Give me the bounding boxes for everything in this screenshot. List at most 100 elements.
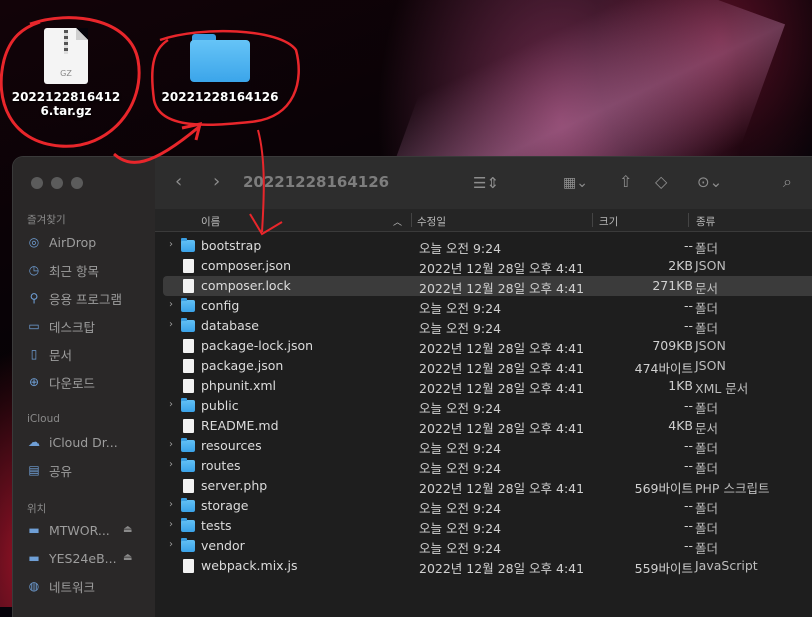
sidebar-item-airdrop[interactable]: ◎ AirDrop (27, 232, 97, 252)
close-window-button[interactable] (31, 177, 43, 189)
sidebar-item-yes24[interactable]: ▬ YES24eB... (27, 548, 116, 568)
file-kind: 폴더 (695, 501, 719, 516)
table-row[interactable]: › routes 오늘 오전 9:24 -- 폴더 (163, 456, 812, 476)
disclosure-triangle-icon[interactable]: › (169, 239, 173, 250)
file-size: 4KB (668, 418, 693, 433)
desktop-folder-item[interactable]: 20221228164126 (160, 34, 280, 104)
file-date: 2022년 12월 28일 오후 4:41 (419, 361, 585, 376)
more-actions-icon[interactable]: ⊙⌄ (697, 173, 722, 191)
table-row[interactable]: › vendor 오늘 오전 9:24 -- 폴더 (163, 536, 812, 556)
folder-label: 20221228164126 (161, 90, 279, 104)
disclosure-triangle-icon[interactable]: › (169, 519, 173, 530)
list-view-icon[interactable]: ☰⇕ (473, 174, 499, 192)
table-row[interactable]: webpack.mix.js 2022년 12월 28일 오후 4:41 559바이… (163, 556, 812, 576)
file-name: routes (201, 458, 241, 473)
table-row[interactable]: composer.lock 2022년 12월 28일 오후 4:41 271KB 문… (163, 276, 812, 296)
zoom-window-button[interactable] (71, 177, 83, 189)
sidebar-item-shared[interactable]: ▤ 공유 (27, 460, 72, 480)
file-kind: 폴더 (695, 301, 719, 316)
table-row[interactable]: › resources 오늘 오전 9:24 -- 폴더 (163, 436, 812, 456)
table-row[interactable]: composer.json 2022년 12월 28일 오후 4:41 2KB JSO… (163, 256, 812, 276)
locations-header: 위치 (27, 503, 47, 515)
share-icon[interactable]: ⇧ (619, 172, 632, 191)
eject-icon[interactable]: ⏏ (123, 524, 132, 535)
back-button[interactable]: ‹ (175, 171, 182, 192)
file-size: 2KB (668, 258, 693, 273)
sort-chevron-up-icon[interactable]: ︿ (393, 215, 402, 228)
document-icon (183, 479, 194, 493)
table-row[interactable]: › public 오늘 오전 9:24 -- 폴더 (163, 396, 812, 416)
file-kind: JSON (695, 338, 726, 353)
column-size[interactable]: 크기 (599, 214, 618, 229)
file-kind: JSON (695, 358, 726, 373)
forward-button[interactable]: › (213, 171, 220, 192)
sidebar-item-downloads[interactable]: ⊕ 다운로드 (27, 372, 95, 392)
file-date: 오늘 오전 9:24 (419, 401, 502, 416)
tag-icon[interactable]: ◇ (655, 172, 667, 191)
archive-file-icon: GZ (44, 28, 88, 84)
sidebar-item-mtwor[interactable]: ▬ MTWOR... (27, 520, 109, 540)
sidebar-item-icloud-drive[interactable]: ☁ iCloud Dr... (27, 432, 118, 452)
file-kind: 문서 (695, 421, 719, 436)
disclosure-triangle-icon[interactable]: › (169, 399, 173, 410)
desktop-archive-item[interactable]: GZ 20221228164126.tar.gz (6, 28, 126, 118)
file-kind: 폴더 (695, 521, 719, 536)
file-size: -- (683, 458, 693, 473)
disclosure-triangle-icon[interactable]: › (169, 459, 173, 470)
table-row[interactable]: server.php 2022년 12월 28일 오후 4:41 569바이트 PHP… (163, 476, 812, 496)
window-title: 20221228164126 (243, 173, 390, 191)
file-name: README.md (201, 418, 279, 433)
folder-icon (181, 298, 195, 312)
document-icon: ▯ (30, 347, 38, 361)
file-kind: 폴더 (695, 321, 719, 336)
column-kind[interactable]: 종류 (696, 214, 715, 229)
document-icon (183, 279, 194, 293)
column-name[interactable]: 이름 (201, 214, 220, 229)
file-kind: JavaScript (695, 558, 758, 573)
table-row[interactable]: › database 오늘 오전 9:24 -- 폴더 (163, 316, 812, 336)
sidebar-item-network[interactable]: ◍ 네트워크 (27, 576, 95, 596)
folder-icon (181, 498, 195, 512)
file-size: -- (683, 438, 693, 453)
file-name: phpunit.xml (201, 378, 277, 393)
disclosure-triangle-icon[interactable]: › (169, 499, 173, 510)
table-row[interactable]: › bootstrap 오늘 오전 9:24 -- 폴더 (163, 236, 812, 256)
cloud-icon: ☁ (28, 435, 40, 449)
window-controls (31, 177, 83, 189)
icloud-header: iCloud (27, 413, 60, 425)
sidebar-item-applications[interactable]: ⚲ 응용 프로그램 (27, 288, 122, 308)
disclosure-triangle-icon[interactable]: › (169, 539, 173, 550)
column-modified[interactable]: 수정일 (417, 214, 446, 229)
sidebar-item-documents[interactable]: ▯ 문서 (27, 344, 72, 364)
file-date: 2022년 12월 28일 오후 4:41 (419, 261, 585, 276)
table-row[interactable]: README.md 2022년 12월 28일 오후 4:41 4KB 문서 (163, 416, 812, 436)
document-icon (183, 379, 194, 393)
eject-icon[interactable]: ⏏ (123, 552, 132, 563)
disclosure-triangle-icon[interactable]: › (169, 439, 173, 450)
table-row[interactable]: package-lock.json 2022년 12월 28일 오후 4:41 70… (163, 336, 812, 356)
sidebar-item-desktop[interactable]: ▭ 데스크탑 (27, 316, 95, 336)
sidebar-item-recents[interactable]: ◷ 최근 항목 (27, 260, 99, 280)
archive-label: 20221228164126.tar.gz (11, 90, 121, 118)
folder-icon (181, 438, 195, 452)
document-icon (183, 419, 194, 433)
minimize-window-button[interactable] (51, 177, 63, 189)
group-view-icon[interactable]: ▦⌄ (563, 175, 588, 191)
desktop-icon: ▭ (28, 319, 40, 333)
table-row[interactable]: › storage 오늘 오전 9:24 -- 폴더 (163, 496, 812, 516)
search-icon[interactable]: ⌕ (783, 172, 792, 192)
file-name: composer.json (201, 258, 292, 273)
file-size: -- (683, 238, 693, 253)
file-size: -- (683, 518, 693, 533)
table-row[interactable]: phpunit.xml 2022년 12월 28일 오후 4:41 1KB XML 문… (163, 376, 812, 396)
table-row[interactable]: › config 오늘 오전 9:24 -- 폴더 (163, 296, 812, 316)
table-row[interactable]: package.json 2022년 12월 28일 오후 4:41 474바이트 J… (163, 356, 812, 376)
file-size: 709KB (652, 338, 693, 353)
table-row[interactable]: › tests 오늘 오전 9:24 -- 폴더 (163, 516, 812, 536)
file-kind: JSON (695, 258, 726, 273)
disclosure-triangle-icon[interactable]: › (169, 299, 173, 310)
file-kind: 문서 (695, 281, 719, 296)
disclosure-triangle-icon[interactable]: › (169, 319, 173, 330)
airdrop-icon: ◎ (28, 235, 40, 249)
file-name: bootstrap (201, 238, 262, 253)
